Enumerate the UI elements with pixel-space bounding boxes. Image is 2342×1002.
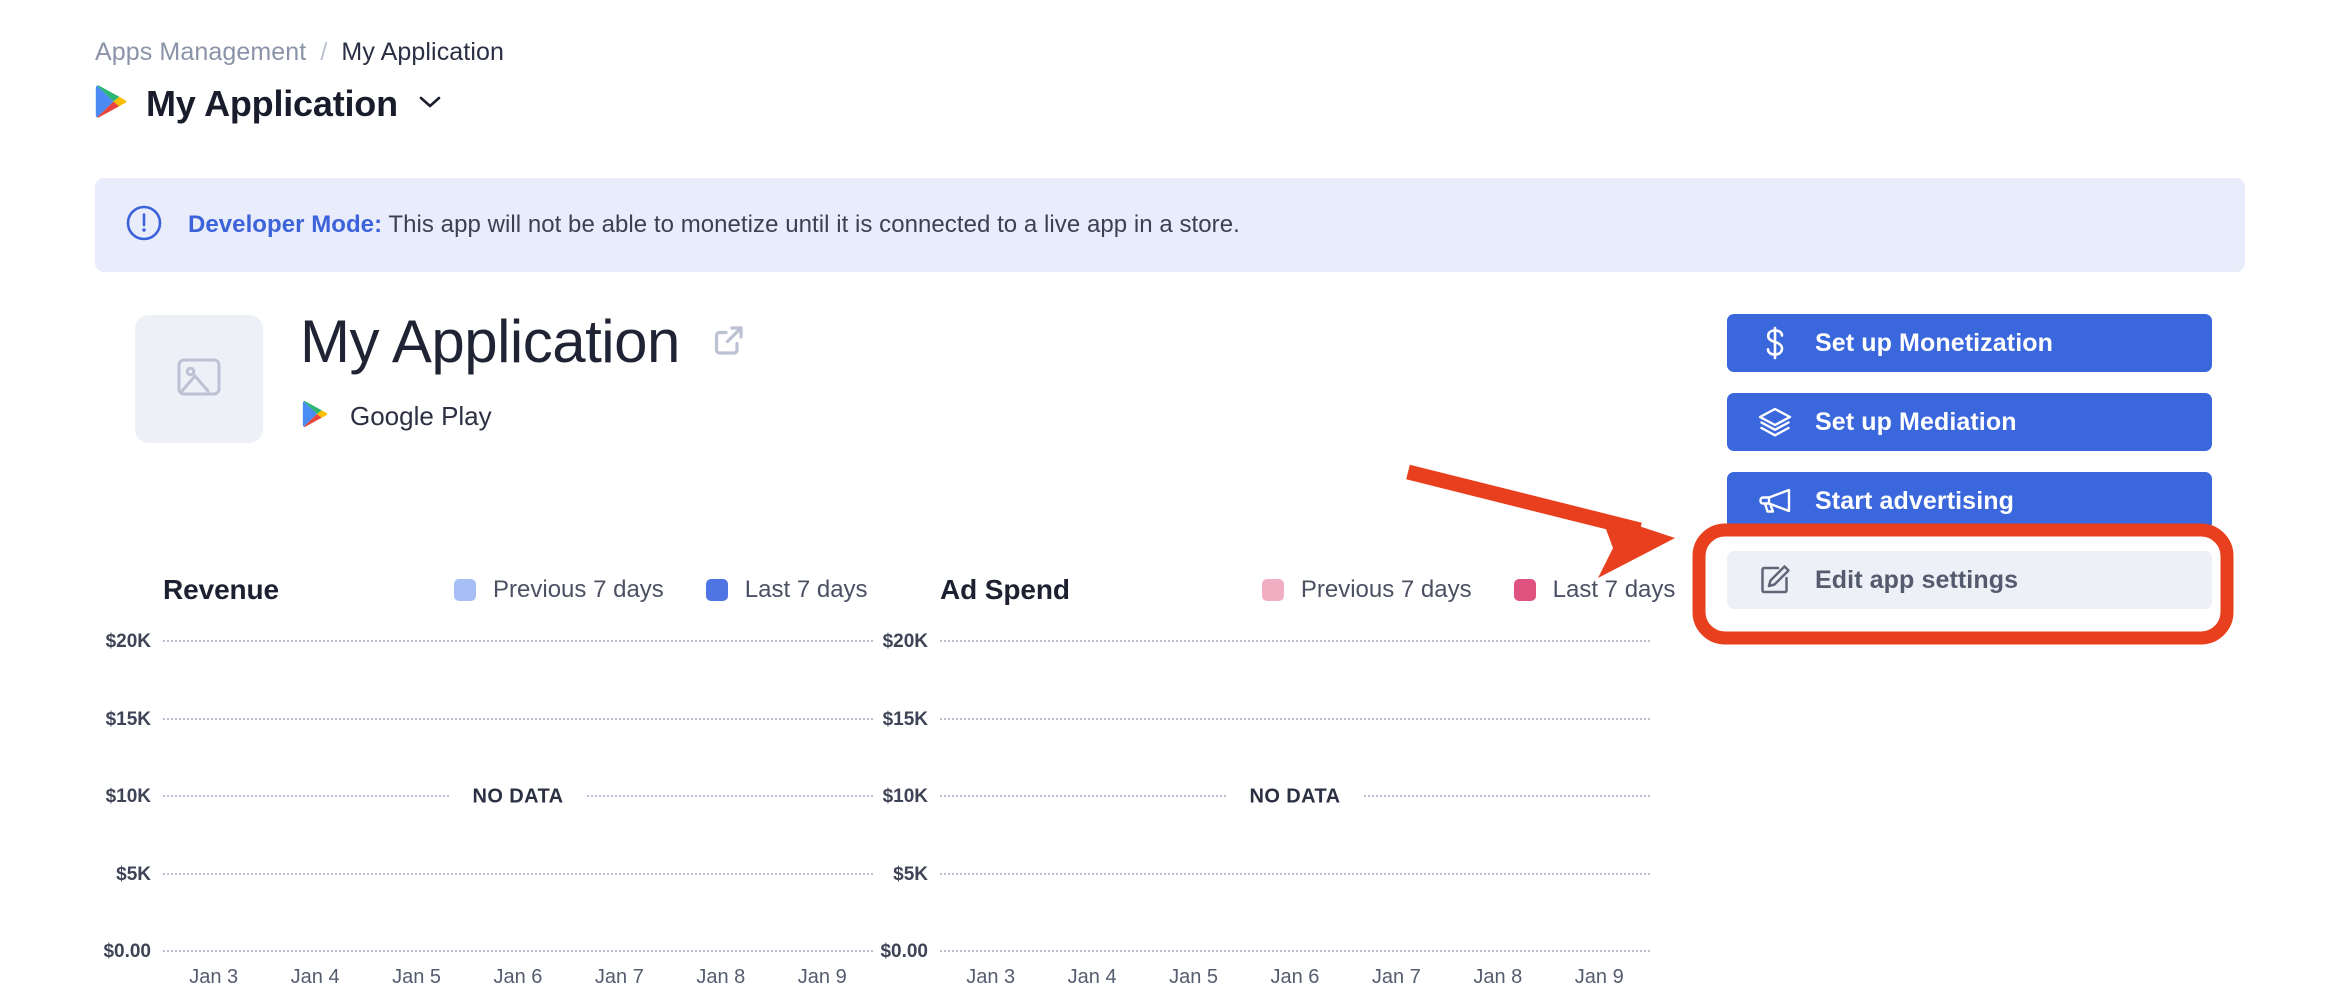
- gridline: $20K: [163, 640, 873, 642]
- legend-swatch-previous: [1262, 579, 1284, 601]
- google-play-icon: [302, 400, 328, 433]
- y-tick-label: $5K: [116, 864, 151, 886]
- legend-item[interactable]: Last 7 days: [706, 576, 868, 604]
- developer-mode-banner: Developer Mode: This app will not be abl…: [95, 178, 2245, 272]
- button-label: Start advertising: [1815, 487, 2014, 516]
- page-title: My Application: [300, 312, 680, 372]
- y-tick-label: $5K: [893, 864, 928, 886]
- alert-circle-icon: [125, 204, 163, 247]
- x-tick-label: Jan 4: [264, 966, 365, 989]
- legend-label: Previous 7 days: [493, 576, 664, 604]
- app-title: My Application: [146, 83, 398, 125]
- x-tick-label: Jan 8: [670, 966, 771, 989]
- layers-icon: [1758, 406, 1792, 438]
- button-label: Set up Monetization: [1815, 329, 2053, 358]
- x-tick-label: Jan 7: [569, 966, 670, 989]
- chart-legend: Previous 7 days Last 7 days: [1262, 576, 1676, 604]
- x-tick-label: Jan 5: [366, 966, 467, 989]
- legend-swatch-last: [1514, 579, 1536, 601]
- x-axis: Jan 3 Jan 4 Jan 5 Jan 6 Jan 7 Jan 8 Jan …: [940, 966, 1650, 989]
- legend-item[interactable]: Last 7 days: [1514, 576, 1676, 604]
- gridline: $15K: [163, 718, 873, 720]
- chart-plot-area: $20K $15K $10K NO DATA $5K $0.00 Jan 3 J…: [940, 640, 1650, 950]
- google-play-icon: [95, 84, 127, 124]
- no-data-label: NO DATA: [451, 786, 586, 809]
- breadcrumb-separator: /: [320, 38, 327, 67]
- chart-title: Ad Spend: [940, 574, 1070, 606]
- x-tick-label: Jan 9: [1549, 966, 1650, 989]
- breadcrumb-parent-link[interactable]: Apps Management: [95, 38, 306, 67]
- annotation-arrow: [1408, 472, 1675, 578]
- legend-item[interactable]: Previous 7 days: [454, 576, 664, 604]
- banner-message: Developer Mode: This app will not be abl…: [188, 211, 1240, 239]
- banner-body: This app will not be able to monetize un…: [382, 211, 1240, 238]
- app-hero-title-row: My Application: [300, 312, 748, 372]
- x-tick-label: Jan 9: [772, 966, 873, 989]
- set-up-monetization-button[interactable]: Set up Monetization: [1727, 314, 2212, 372]
- legend-label: Last 7 days: [745, 576, 868, 604]
- x-tick-label: Jan 6: [467, 966, 568, 989]
- gridline: $0.00: [163, 950, 873, 952]
- app-store-name: Google Play: [350, 401, 492, 432]
- start-advertising-button[interactable]: Start advertising: [1727, 472, 2212, 530]
- chevron-down-icon[interactable]: [418, 94, 442, 115]
- gridline: $0.00: [940, 950, 1650, 952]
- image-placeholder-icon: [171, 349, 227, 410]
- chart-title: Revenue: [163, 574, 279, 606]
- chart-header: Ad Spend Previous 7 days Last 7 days: [940, 570, 1675, 610]
- x-tick-label: Jan 5: [1143, 966, 1244, 989]
- x-tick-label: Jan 6: [1244, 966, 1345, 989]
- y-tick-label: $0.00: [880, 941, 928, 963]
- y-tick-label: $10K: [106, 786, 151, 808]
- chart-header: Revenue Previous 7 days Last 7 days: [163, 570, 873, 610]
- dollar-icon: [1758, 326, 1792, 360]
- page-root: Apps Management / My Application My Appl…: [0, 0, 2342, 1002]
- x-axis: Jan 3 Jan 4 Jan 5 Jan 6 Jan 7 Jan 8 Jan …: [163, 966, 873, 989]
- x-tick-label: Jan 4: [1041, 966, 1142, 989]
- legend-label: Last 7 days: [1553, 576, 1676, 604]
- chart-plot-area: $20K $15K $10K NO DATA $5K $0.00 Jan 3 J…: [163, 640, 873, 950]
- button-label: Set up Mediation: [1815, 408, 2017, 437]
- megaphone-icon: [1758, 486, 1792, 516]
- set-up-mediation-button[interactable]: Set up Mediation: [1727, 393, 2212, 451]
- app-thumbnail: [135, 315, 263, 443]
- y-tick-label: $15K: [106, 709, 151, 731]
- gridline: $10K NO DATA: [940, 795, 1650, 797]
- gridline: $15K: [940, 718, 1650, 720]
- gridline: $5K: [163, 873, 873, 875]
- gridline: $5K: [940, 873, 1650, 875]
- gridline: $20K: [940, 640, 1650, 642]
- legend-item[interactable]: Previous 7 days: [1262, 576, 1472, 604]
- gridline: $10K NO DATA: [163, 795, 873, 797]
- y-tick-label: $15K: [883, 709, 928, 731]
- x-tick-label: Jan 3: [163, 966, 264, 989]
- legend-swatch-previous: [454, 579, 476, 601]
- app-actions: Set up Monetization Set up Mediation: [1727, 314, 2212, 630]
- legend-label: Previous 7 days: [1301, 576, 1472, 604]
- y-tick-label: $20K: [106, 631, 151, 653]
- breadcrumb: Apps Management / My Application: [95, 38, 504, 67]
- banner-label: Developer Mode:: [188, 211, 382, 238]
- edit-app-settings-button[interactable]: Edit app settings: [1727, 551, 2212, 609]
- legend-swatch-last: [706, 579, 728, 601]
- chart-legend: Previous 7 days Last 7 days: [454, 576, 868, 604]
- breadcrumb-current: My Application: [341, 38, 504, 67]
- y-tick-label: $20K: [883, 631, 928, 653]
- x-tick-label: Jan 8: [1447, 966, 1548, 989]
- edit-square-icon: [1758, 563, 1792, 597]
- external-link-icon[interactable]: [710, 321, 748, 364]
- revenue-chart: Revenue Previous 7 days Last 7 days $20K…: [163, 570, 873, 950]
- app-store-row: Google Play: [302, 400, 492, 433]
- button-label: Edit app settings: [1815, 566, 2018, 595]
- y-tick-label: $10K: [883, 786, 928, 808]
- x-tick-label: Jan 3: [940, 966, 1041, 989]
- y-tick-label: $0.00: [103, 941, 151, 963]
- x-tick-label: Jan 7: [1346, 966, 1447, 989]
- no-data-label: NO DATA: [1228, 786, 1363, 809]
- ad-spend-chart: Ad Spend Previous 7 days Last 7 days $20…: [940, 570, 1675, 950]
- app-switcher[interactable]: My Application: [95, 83, 442, 125]
